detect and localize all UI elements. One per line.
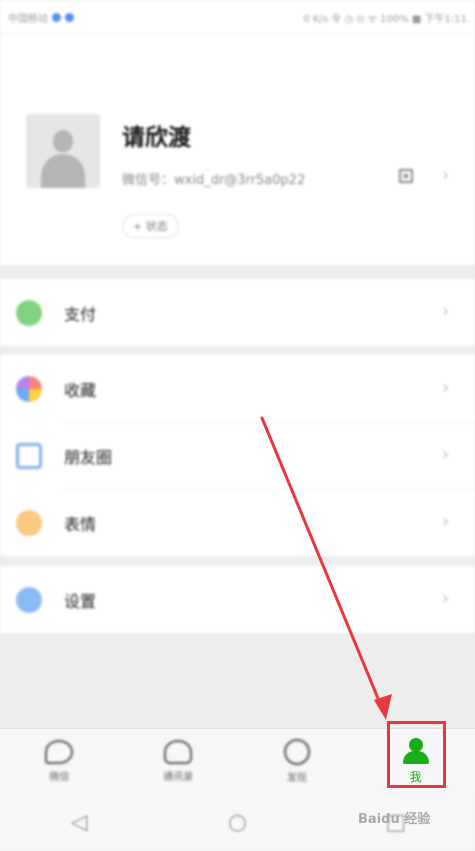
home-icon[interactable]: ○ xyxy=(217,810,257,835)
arrow-shaft xyxy=(260,416,384,710)
annotation-arrow xyxy=(260,416,392,720)
back-icon[interactable]: ◁ xyxy=(59,810,99,835)
watermark: Baidu 经验 xyxy=(358,812,431,827)
